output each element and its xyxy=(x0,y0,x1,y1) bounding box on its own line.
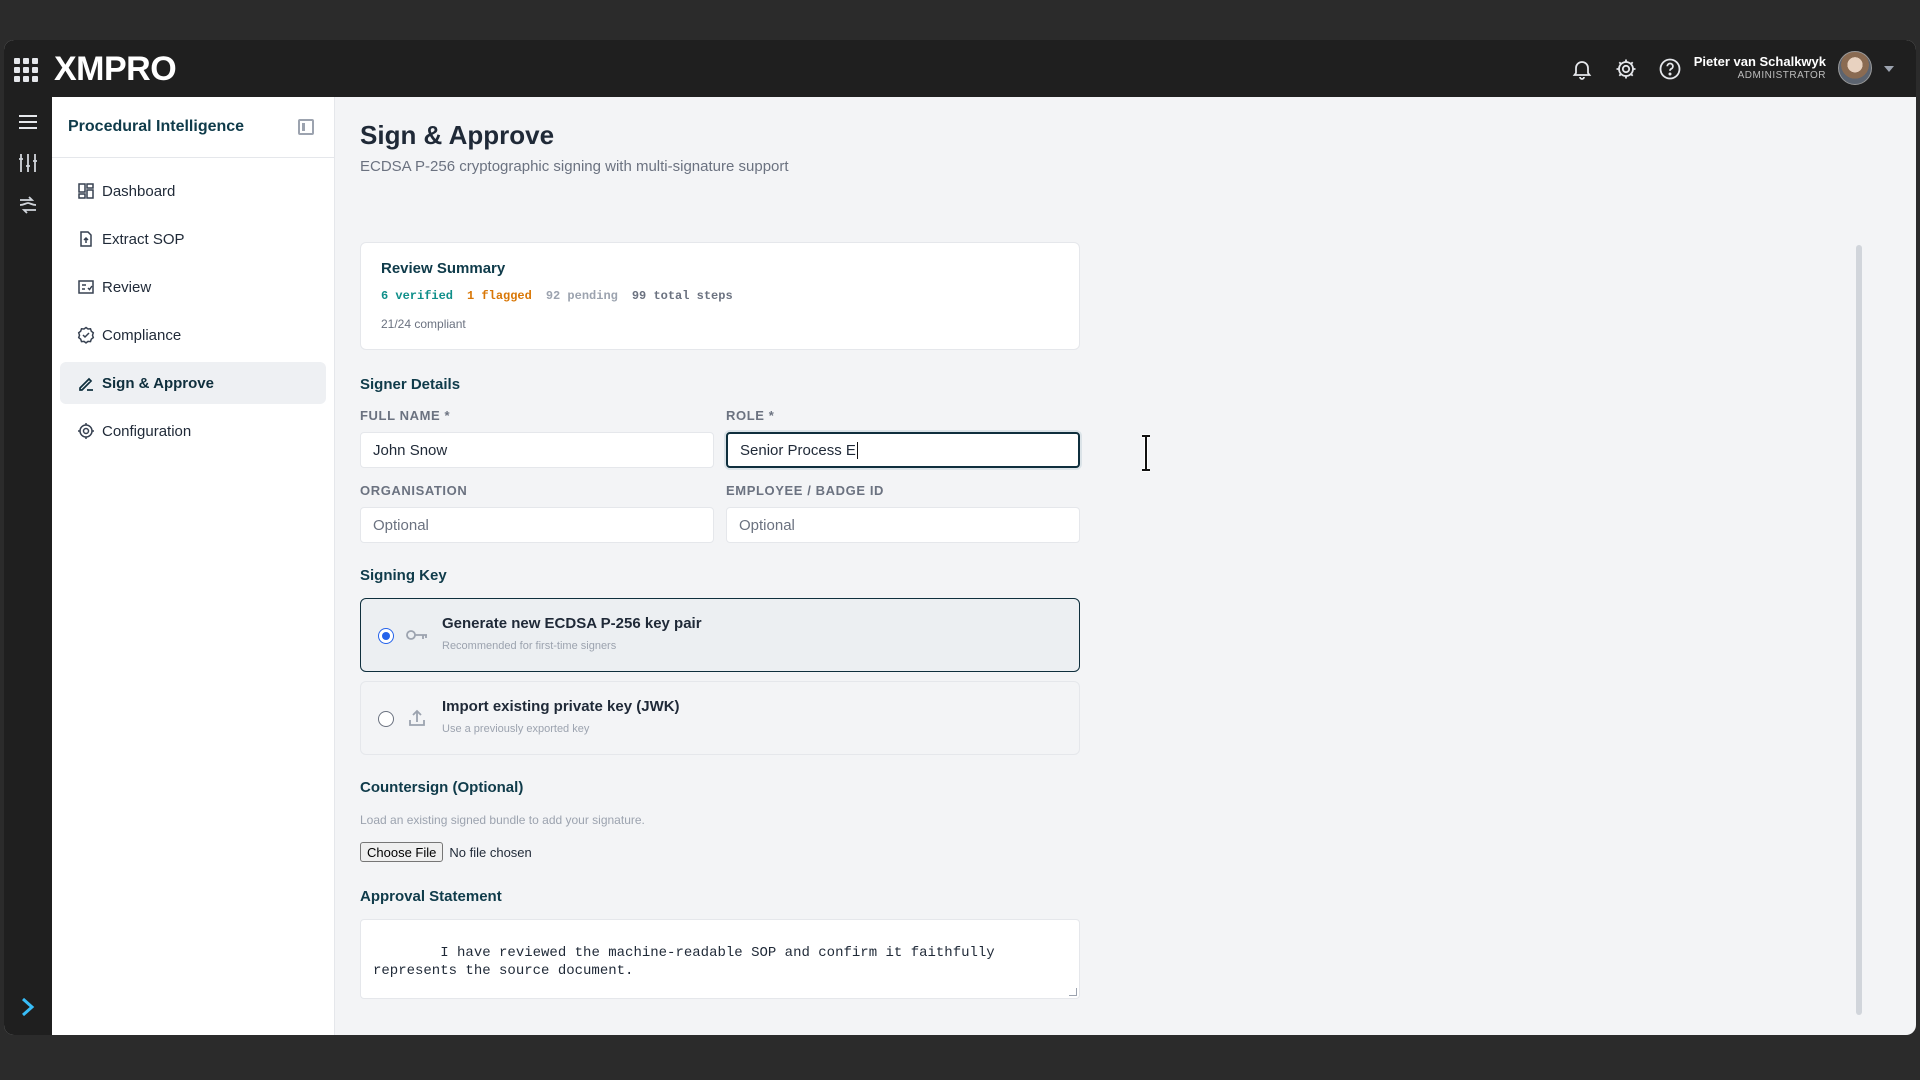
badge-id-label: EMPLOYEE / BADGE ID xyxy=(726,483,885,498)
main-content: Sign & Approve ECDSA P-256 cryptographic… xyxy=(336,97,1896,1035)
user-name: Pieter van Schalkwyk xyxy=(1693,54,1826,69)
text-caret xyxy=(856,441,858,459)
badge-id-field[interactable]: Optional xyxy=(726,507,1080,543)
generate-key-title: Generate new ECDSA P-256 key pair xyxy=(442,615,702,632)
upload-icon xyxy=(405,708,429,728)
app-logo: XMPRO xyxy=(54,50,177,88)
bell-icon[interactable] xyxy=(1570,57,1594,81)
verified-count: 6 verified xyxy=(381,289,454,303)
organisation-field[interactable]: Optional xyxy=(360,507,714,543)
flow-icon[interactable] xyxy=(16,193,40,217)
compliance-count: 21/24 compliant xyxy=(381,317,466,331)
key-icon xyxy=(405,625,429,645)
chevron-down-icon[interactable] xyxy=(1884,66,1894,72)
sidebar-item-label: Configuration xyxy=(102,422,192,440)
signing-key-title: Signing Key xyxy=(360,567,447,584)
app-window: XMPRO Pieter van Schalkwyk ADMINISTRATOR xyxy=(4,40,1916,1035)
text-cursor-icon xyxy=(1142,434,1150,472)
organisation-placeholder: Optional xyxy=(373,516,429,534)
role-label: ROLE * xyxy=(726,408,775,423)
approval-statement-text: I have reviewed the machine-readable SOP… xyxy=(373,945,995,979)
sidebar: Procedural Intelligence Dashboard Extrac… xyxy=(52,97,335,1035)
file-upload-icon xyxy=(77,230,95,248)
hamburger-menu-icon[interactable] xyxy=(16,110,40,134)
sidebar-item-label: Compliance xyxy=(102,326,182,344)
app-launcher-icon[interactable] xyxy=(14,58,38,82)
approval-statement-title: Approval Statement xyxy=(360,888,502,905)
pending-count: 92 pending xyxy=(545,289,618,303)
sidebar-item-dashboard[interactable]: Dashboard xyxy=(60,170,326,212)
review-stats: 6 verified 1 flagged 92 pending 99 total… xyxy=(381,289,733,303)
gear-icon xyxy=(77,422,95,440)
sidebar-item-label: Sign & Approve xyxy=(102,374,214,392)
organisation-label: ORGANISATION xyxy=(360,483,468,498)
check-badge-icon xyxy=(77,326,95,344)
dashboard-icon xyxy=(77,182,95,200)
full-name-value: John Snow xyxy=(373,441,448,459)
sidebar-item-compliance[interactable]: Compliance xyxy=(60,314,326,356)
review-icon xyxy=(77,278,95,296)
sidebar-item-label: Dashboard xyxy=(102,182,176,200)
gear-icon[interactable] xyxy=(1614,57,1638,81)
user-role: ADMINISTRATOR xyxy=(1737,70,1826,81)
sidebar-item-review[interactable]: Review xyxy=(60,266,326,308)
sidebar-collapse-icon[interactable] xyxy=(298,119,314,135)
sliders-icon[interactable] xyxy=(16,151,40,175)
avatar[interactable] xyxy=(1838,51,1872,85)
countersign-helper: Load an existing signed bundle to add yo… xyxy=(360,813,645,827)
page-subtitle: ECDSA P-256 cryptographic signing with m… xyxy=(360,158,789,175)
sidebar-item-label: Review xyxy=(102,278,152,296)
resize-handle[interactable] xyxy=(1069,988,1077,996)
generate-key-option[interactable]: Generate new ECDSA P-256 key pair Recomm… xyxy=(360,598,1080,672)
review-summary-card: Review Summary 6 verified 1 flagged 92 p… xyxy=(360,242,1080,350)
generate-key-radio[interactable] xyxy=(378,628,394,644)
import-key-radio[interactable] xyxy=(378,711,394,727)
sidebar-header: Procedural Intelligence xyxy=(52,97,334,158)
role-field[interactable]: Senior Process E xyxy=(726,432,1080,468)
approval-statement-textarea[interactable]: I have reviewed the machine-readable SOP… xyxy=(360,919,1080,999)
full-name-field[interactable]: John Snow xyxy=(360,432,714,468)
full-name-label: FULL NAME * xyxy=(360,408,451,423)
choose-file-button[interactable]: Choose File xyxy=(360,842,444,862)
sidebar-item-configuration[interactable]: Configuration xyxy=(60,410,326,452)
chevron-right-icon[interactable] xyxy=(16,995,40,1019)
sidebar-item-sign-approve[interactable]: Sign & Approve xyxy=(60,362,326,404)
file-picker: Choose File No file chosen xyxy=(360,842,532,862)
sidebar-item-label: Extract SOP xyxy=(102,230,185,248)
sidebar-item-extract-sop[interactable]: Extract SOP xyxy=(60,218,326,260)
help-icon[interactable] xyxy=(1658,57,1682,81)
file-status: No file chosen xyxy=(449,844,532,860)
import-key-subtitle: Use a previously exported key xyxy=(442,723,590,735)
total-steps: 99 total steps xyxy=(631,289,733,303)
signature-icon xyxy=(77,374,95,392)
badge-id-placeholder: Optional xyxy=(739,516,795,534)
sidebar-title: Procedural Intelligence xyxy=(68,118,245,135)
top-bar: XMPRO Pieter van Schalkwyk ADMINISTRATOR xyxy=(4,40,1916,97)
countersign-title: Countersign (Optional) xyxy=(360,779,524,796)
page-title: Sign & Approve xyxy=(360,120,555,150)
flagged-count: 1 flagged xyxy=(467,289,532,303)
import-key-title: Import existing private key (JWK) xyxy=(442,698,680,715)
scrollbar[interactable] xyxy=(1856,245,1862,1015)
left-rail xyxy=(4,97,52,1035)
role-value: Senior Process E xyxy=(740,441,856,459)
review-summary-title: Review Summary xyxy=(381,260,506,277)
sidebar-nav: Dashboard Extract SOP Review Compliance … xyxy=(52,158,334,452)
signer-details-title: Signer Details xyxy=(360,376,461,393)
generate-key-subtitle: Recommended for first-time signers xyxy=(442,640,617,652)
import-key-option[interactable]: Import existing private key (JWK) Use a … xyxy=(360,681,1080,755)
user-menu[interactable]: Pieter van Schalkwyk ADMINISTRATOR xyxy=(1694,54,1826,81)
